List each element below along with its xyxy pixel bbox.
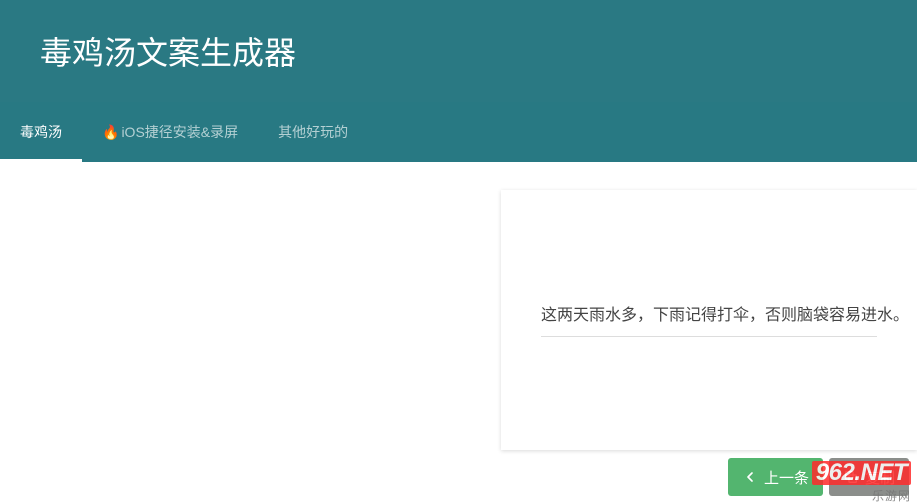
- nav-tab-duji[interactable]: 毒鸡汤: [0, 102, 82, 162]
- page-title: 毒鸡汤文案生成器: [40, 28, 296, 74]
- header: 毒鸡汤文案生成器: [0, 0, 917, 102]
- quote-card: 这两天雨水多，下雨记得打伞，否则脑袋容易进水。: [501, 190, 917, 450]
- nav-label: 其他好玩的: [278, 122, 348, 142]
- nav-label: 毒鸡汤: [20, 122, 62, 142]
- content-area: 这两天雨水多，下雨记得打伞，否则脑袋容易进水。 上一条 复制 962.NET 乐…: [0, 162, 917, 504]
- copy-icon: [843, 469, 859, 485]
- nav-tabs: 毒鸡汤 🔥 iOS捷径安装&录屏 其他好玩的: [0, 102, 917, 162]
- arrow-left-icon: [742, 469, 758, 485]
- copy-button[interactable]: 复制: [829, 458, 909, 496]
- nav-tab-other[interactable]: 其他好玩的: [258, 102, 368, 162]
- button-row: 上一条 复制: [728, 458, 909, 496]
- nav-tab-ios[interactable]: 🔥 iOS捷径安装&录屏: [82, 102, 258, 162]
- button-label: 上一条: [764, 467, 809, 488]
- prev-button[interactable]: 上一条: [728, 458, 823, 496]
- fire-icon: 🔥: [102, 124, 119, 141]
- button-label: 复制: [865, 467, 895, 488]
- quote-text: 这两天雨水多，下雨记得打伞，否则脑袋容易进水。: [541, 303, 877, 338]
- nav-label: iOS捷径安装&录屏: [121, 122, 238, 142]
